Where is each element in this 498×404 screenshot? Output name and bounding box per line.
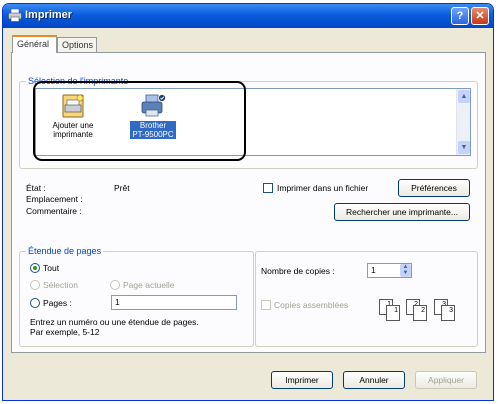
radio-current-page[interactable] <box>110 280 120 290</box>
help-button[interactable]: ? <box>451 7 469 25</box>
collate-label: Copies assemblées <box>274 300 349 310</box>
location-label: Emplacement : <box>26 194 83 204</box>
radio-selection[interactable] <box>30 280 40 290</box>
radio-all-label: Tout <box>43 263 60 273</box>
page-range-hint-1: Entrez un numéro ou une étendue de pages… <box>30 317 199 327</box>
title-bar[interactable]: Imprimer ? ✕ <box>3 4 493 28</box>
window-title: Imprimer <box>25 9 73 21</box>
copy-sheet-3-front: 3 <box>441 305 455 321</box>
help-icon: ? <box>456 10 464 22</box>
radio-selection-label: Sélection <box>43 280 78 290</box>
radio-pages[interactable] <box>30 298 40 308</box>
print-dialog: Imprimer ? ✕ Général Options Sélection d… <box>2 3 494 401</box>
apply-button[interactable]: Appliquer <box>415 371 477 389</box>
copy-sheet-2-front: 2 <box>413 305 427 321</box>
state-label: État : <box>26 183 46 193</box>
tab-options[interactable]: Options <box>57 37 97 52</box>
radio-current-page-label: Page actuelle <box>123 280 175 290</box>
scroll-up-icon[interactable]: ▲ <box>458 90 470 103</box>
print-to-file-checkbox[interactable] <box>263 183 273 193</box>
page-range-hint-2: Par exemple, 5-12 <box>30 327 100 337</box>
copies-spinner-icon[interactable]: ▲ ▼ <box>400 264 411 277</box>
radio-pages-label: Pages : <box>43 298 72 308</box>
highlight-outline <box>33 81 246 161</box>
printer-title-icon <box>8 9 22 22</box>
preferences-button[interactable]: Préférences <box>398 179 470 197</box>
tab-general[interactable]: Général <box>12 35 57 53</box>
state-value: Prêt <box>114 183 130 193</box>
cancel-button[interactable]: Annuler <box>343 371 405 389</box>
scroll-down-icon[interactable]: ▼ <box>458 141 470 154</box>
copy-sheet-1-front: 1 <box>386 305 400 321</box>
close-button[interactable]: ✕ <box>471 7 489 25</box>
pages-input[interactable]: 1 <box>111 295 237 310</box>
close-icon: ✕ <box>475 10 485 22</box>
radio-all[interactable] <box>30 263 40 273</box>
printer-list-scrollbar[interactable]: ▲ ▼ <box>456 89 470 155</box>
page-range-legend: Étendue de pages <box>26 246 104 256</box>
print-to-file-label: Imprimer dans un fichier <box>277 183 369 193</box>
comment-label: Commentaire : <box>26 206 82 216</box>
find-printer-button[interactable]: Rechercher une imprimante... <box>334 203 470 221</box>
print-button[interactable]: Imprimer <box>271 371 333 389</box>
collate-checkbox[interactable] <box>261 300 271 310</box>
copies-count-label: Nombre de copies : <box>261 266 335 276</box>
